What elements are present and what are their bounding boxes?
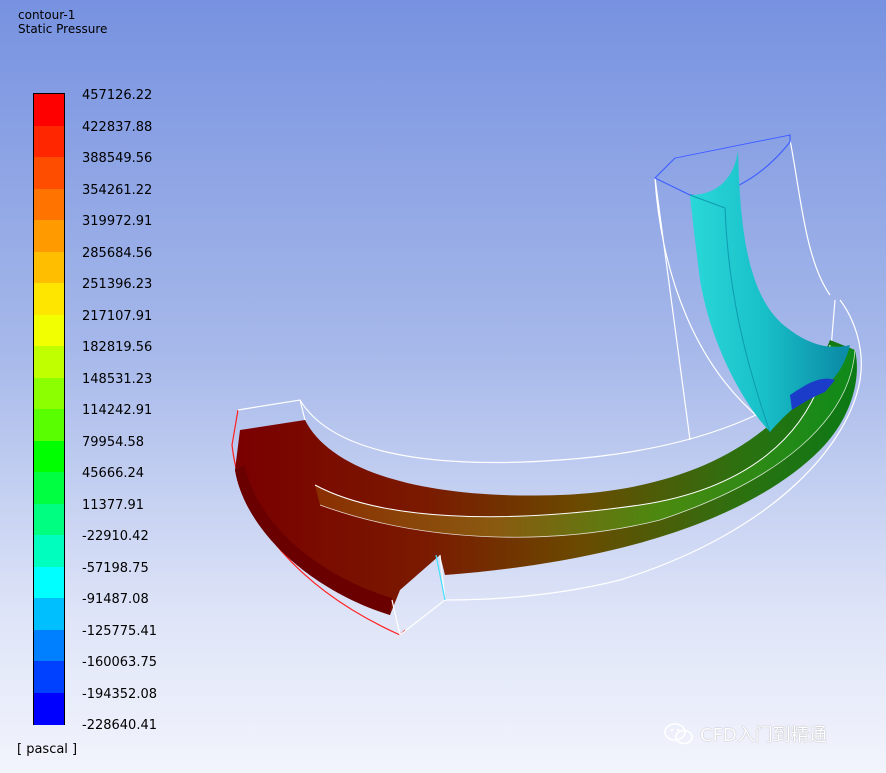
watermark-text: CFD入门到精通 (700, 725, 827, 746)
inlet-wire-top (237, 399, 306, 421)
pressure-contour-geometry[interactable] (0, 0, 886, 773)
watermark: CFD入门到精通 (664, 721, 827, 747)
wechat-logo-icon (664, 723, 693, 745)
